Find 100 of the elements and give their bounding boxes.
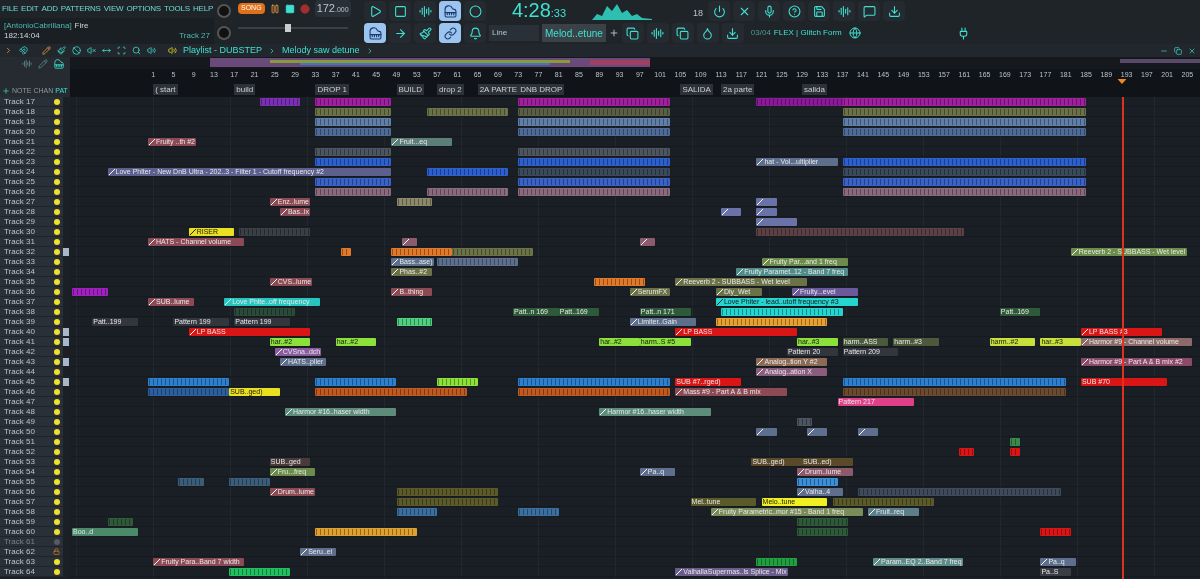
pattern-clip[interactable] (756, 558, 797, 566)
download-icon[interactable] (883, 1, 905, 21)
pattern-clip[interactable] (234, 308, 296, 316)
volume-knob[interactable] (217, 4, 231, 18)
pattern-clip[interactable] (857, 488, 1061, 496)
pattern-clip[interactable] (178, 478, 204, 486)
time-display[interactable]: 4:28:33 (511, 0, 567, 23)
pattern-clip[interactable] (518, 158, 671, 166)
pattern-clip[interactable] (959, 448, 975, 456)
pattern-clip[interactable] (148, 378, 230, 386)
pattern-clip[interactable] (518, 188, 671, 196)
pattern-clip[interactable] (1040, 528, 1071, 536)
pattern-clip[interactable] (842, 378, 1066, 386)
automation-clip[interactable] (401, 238, 417, 246)
time-marker[interactable]: BUILD (396, 84, 425, 95)
menu-item[interactable]: TOOLS (164, 3, 190, 15)
mic-icon[interactable] (758, 1, 780, 21)
pattern-clip[interactable] (315, 178, 392, 186)
time-marker[interactable]: DROP 1 (315, 84, 349, 95)
pattern-clip[interactable] (426, 168, 509, 176)
news-text[interactable]: FLEX | Glitch Form (773, 27, 842, 39)
select-icon[interactable] (117, 46, 126, 55)
playlist-speaker-icon[interactable] (168, 46, 177, 55)
pattern-clip[interactable] (842, 388, 1066, 396)
wave-icon[interactable] (22, 59, 32, 69)
delete-icon[interactable] (72, 46, 81, 55)
link-icon[interactable] (439, 23, 461, 43)
chat-icon[interactable] (858, 1, 880, 21)
globe-icon[interactable] (848, 27, 861, 39)
pattern-clip[interactable] (107, 518, 133, 526)
pattern-clip[interactable] (518, 118, 671, 126)
pattern-clip[interactable] (842, 178, 1086, 186)
pattern-clip[interactable] (391, 248, 453, 256)
pattern-clip[interactable] (832, 498, 934, 506)
restore-icon[interactable] (1174, 46, 1182, 55)
pattern-clip[interactable] (315, 378, 397, 386)
pattern-clip[interactable] (396, 198, 432, 206)
time-marker[interactable]: 2A PARTE (477, 84, 520, 95)
pattern-clip[interactable] (229, 568, 290, 576)
pattern-clip[interactable] (315, 118, 392, 126)
pattern-clip[interactable] (239, 228, 311, 236)
pattern-clip[interactable] (315, 98, 392, 106)
pattern-clip[interactable] (315, 528, 417, 536)
pattern-clip[interactable] (518, 128, 671, 136)
download-icon[interactable] (721, 23, 744, 43)
pattern-clip[interactable] (518, 148, 671, 156)
pattern-clip[interactable] (315, 148, 392, 156)
automation-clip[interactable] (857, 428, 879, 436)
pattern-clip[interactable] (426, 108, 509, 116)
pattern-clip[interactable] (396, 318, 432, 326)
pattern-clip[interactable] (229, 478, 270, 486)
lock-icon[interactable] (53, 548, 60, 555)
brush-icon[interactable] (414, 23, 436, 43)
speaker-icon[interactable] (147, 46, 156, 55)
add-pattern-icon[interactable] (608, 28, 619, 38)
menu-item[interactable]: OPTIONS (126, 3, 161, 15)
pattern-clip[interactable] (518, 378, 671, 386)
pattern-clip[interactable] (518, 108, 671, 116)
add-track-icon[interactable] (2, 87, 10, 95)
pattern-clip[interactable] (396, 498, 498, 506)
pitch-knob[interactable] (217, 26, 231, 40)
search-icon[interactable] (132, 46, 141, 55)
automation-clip[interactable] (756, 218, 797, 226)
time-marker[interactable]: salida (802, 84, 827, 95)
pattern-clip[interactable] (842, 118, 1086, 126)
playhead-marker-icon[interactable] (1117, 79, 1126, 84)
pencil-icon[interactable] (42, 46, 51, 55)
pattern-clip[interactable] (842, 128, 1086, 136)
snap-dropdown[interactable]: Line (489, 25, 539, 41)
menu-item[interactable]: HELP (193, 3, 214, 15)
pattern-clip[interactable] (426, 188, 509, 196)
pattern-clip[interactable] (315, 388, 468, 396)
pattern-clip[interactable] (315, 188, 392, 196)
piano-plus-icon[interactable] (439, 1, 461, 21)
playlist-pattern[interactable]: Melody saw detune (282, 43, 360, 58)
pattern-clip[interactable] (842, 158, 1086, 166)
pattern-clip[interactable] (842, 168, 1086, 176)
pattern-clip[interactable] (437, 258, 519, 266)
help-icon[interactable] (783, 1, 805, 21)
menu-item[interactable]: ADD (41, 3, 58, 15)
menu-item[interactable]: EDIT (21, 3, 39, 15)
pattern-clip[interactable] (797, 528, 848, 536)
pattern-clip[interactable] (259, 98, 301, 106)
menu-item[interactable]: PATTERNS (60, 3, 101, 15)
automation-clip[interactable] (756, 198, 777, 206)
pattern-clip[interactable] (518, 168, 671, 176)
automation-clip[interactable] (721, 208, 742, 216)
menu-item[interactable]: VIEW (103, 3, 124, 15)
pattern-clip[interactable] (721, 308, 843, 316)
pattern-clip[interactable] (315, 128, 392, 136)
pattern-clip[interactable] (315, 108, 392, 116)
time-marker[interactable]: 2a parte (721, 84, 755, 95)
pattern-clip[interactable] (72, 288, 108, 296)
time-marker[interactable]: build (234, 84, 256, 95)
pattern-clip[interactable] (437, 378, 478, 386)
pitch-slider-thumb[interactable] (284, 24, 291, 32)
piano-icon[interactable] (364, 23, 386, 43)
pattern-clip[interactable] (1009, 438, 1021, 446)
pattern-clip[interactable] (148, 388, 230, 396)
pattern-clip[interactable] (842, 108, 1086, 116)
